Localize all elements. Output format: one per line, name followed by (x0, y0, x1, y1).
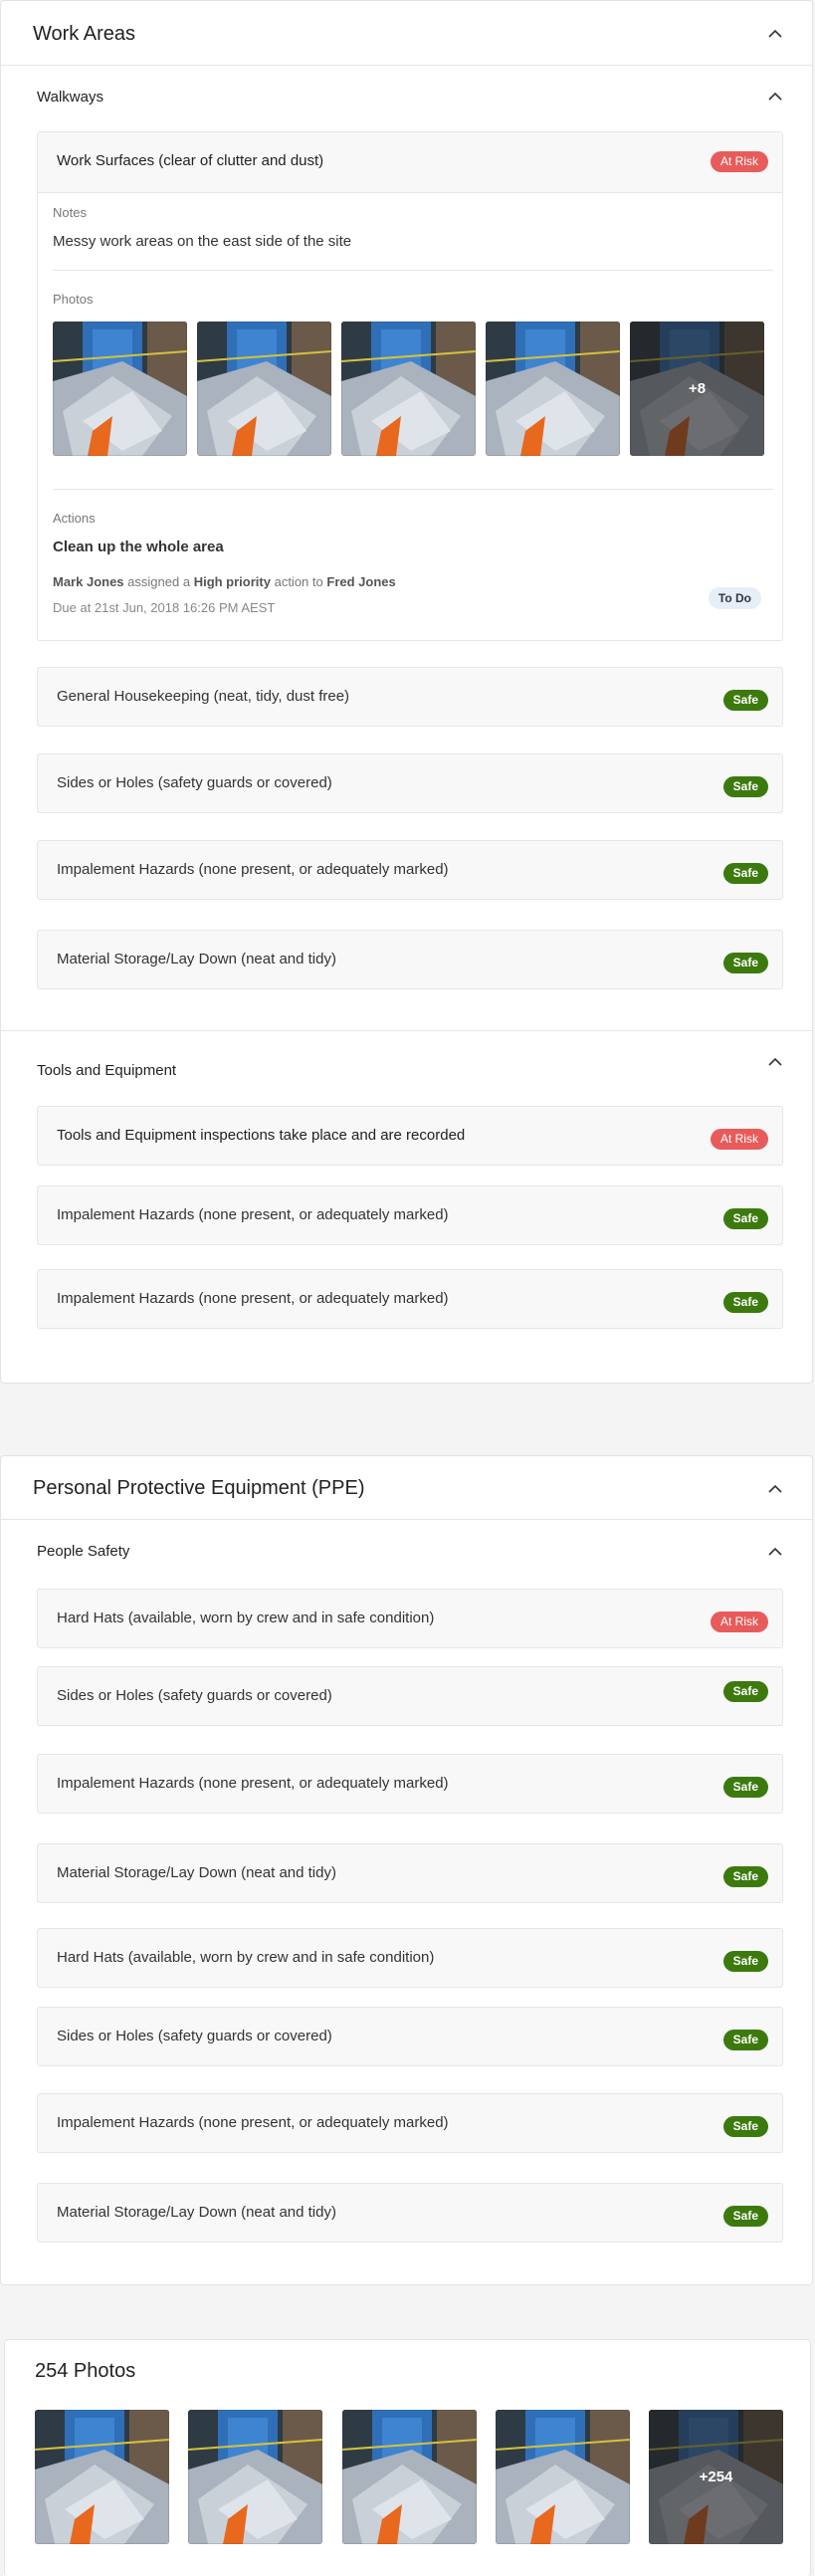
chevron-up-icon[interactable] (768, 92, 782, 104)
status-badge: At Risk (710, 151, 768, 172)
notes-label: Notes (53, 205, 87, 220)
checklist-item[interactable]: Impalement Hazards (none present, or ade… (37, 1185, 783, 1245)
photo-thumbnail[interactable] (341, 322, 476, 456)
divider (1, 1519, 812, 1520)
actions-label: Actions (53, 511, 96, 526)
action-title[interactable]: Clean up the whole area (53, 538, 224, 555)
assignment-text: action to (274, 574, 323, 589)
checklist-item[interactable]: Impalement Hazards (none present, or ade… (37, 1754, 783, 1814)
checklist-item-label: Work Surfaces (clear of clutter and dust… (57, 152, 324, 169)
checklist-item-label: Material Storage/Lay Down (neat and tidy… (57, 951, 336, 967)
status-badge: Safe (722, 2030, 768, 2050)
photo-thumbnail[interactable] (486, 322, 620, 456)
status-badge: At Risk (710, 1611, 768, 1632)
status-badge: Safe (722, 953, 768, 973)
checklist-item[interactable]: Material Storage/Lay Down (neat and tidy… (37, 2183, 783, 2243)
more-photos-count: +8 (630, 322, 764, 456)
checklist-item[interactable]: General Housekeeping (neat, tidy, dust f… (37, 667, 783, 727)
checklist-item[interactable]: Sides or Holes (safety guards or covered… (37, 753, 783, 813)
divider (1, 1030, 812, 1031)
checklist-item-label: Impalement Hazards (none present, or ade… (57, 1290, 449, 1307)
photo-thumbnail[interactable] (188, 2410, 322, 2544)
divider (1, 65, 812, 66)
photo-thumbnail[interactable] (342, 2410, 477, 2544)
assigner-name: Mark Jones (53, 574, 124, 589)
status-badge: Safe (722, 1951, 768, 1972)
checklist-item-label: Hard Hats (available, worn by crew and i… (57, 1610, 435, 1626)
checklist-item[interactable]: Hard Hats (available, worn by crew and i… (37, 1928, 783, 1988)
status-badge: Safe (722, 1681, 768, 1702)
action-status-badge: To Do (708, 587, 761, 609)
checklist-item-expanded: Work Surfaces (clear of clutter and dust… (37, 131, 783, 641)
divider (53, 270, 773, 271)
checklist-item[interactable]: Material Storage/Lay Down (neat and tidy… (37, 930, 783, 989)
photos-label: Photos (53, 292, 94, 307)
notes-text: Messy work areas on the east side of the… (53, 233, 352, 250)
priority-text: High priority (193, 574, 271, 589)
photo-thumbnail[interactable] (496, 2410, 630, 2544)
chevron-up-icon[interactable] (768, 29, 782, 41)
checklist-item[interactable]: Sides or Holes (safety guards or covered… (37, 2007, 783, 2066)
chevron-up-icon[interactable] (768, 1057, 782, 1069)
checklist-item-label: Sides or Holes (safety guards or covered… (57, 1687, 332, 1704)
section-title: Personal Protective Equipment (PPE) (33, 1477, 365, 1499)
assignee-name: Fred Jones (326, 574, 396, 589)
status-badge: At Risk (710, 1129, 768, 1150)
photos-count-title: 254 Photos (35, 2360, 136, 2382)
photo-thumbnail[interactable] (35, 2410, 169, 2544)
status-badge: Safe (722, 863, 768, 884)
checklist-item-label: Tools and Equipment inspections take pla… (57, 1127, 466, 1144)
subsection-title-people-safety: People Safety (37, 1543, 130, 1560)
status-badge: Safe (722, 1208, 768, 1229)
more-photos-count: +254 (649, 2410, 783, 2544)
checklist-item-label: Sides or Holes (safety guards or covered… (57, 774, 332, 791)
status-badge: Safe (722, 776, 768, 797)
status-badge: Safe (722, 690, 768, 711)
checklist-item[interactable]: Sides or Holes (safety guards or covered… (37, 1666, 783, 1726)
checklist-item-label: Impalement Hazards (none present, or ade… (57, 1206, 449, 1223)
checklist-item-label: Impalement Hazards (none present, or ade… (57, 861, 449, 878)
checklist-item[interactable]: Impalement Hazards (none present, or ade… (37, 1269, 783, 1329)
chevron-up-icon[interactable] (768, 1484, 782, 1496)
checklist-item-label: Material Storage/Lay Down (neat and tidy… (57, 2204, 336, 2221)
ppe-card: Personal Protective Equipment (PPE) Peop… (0, 1455, 813, 2285)
divider (53, 489, 773, 490)
checklist-item-label: Material Storage/Lay Down (neat and tidy… (57, 1864, 336, 1881)
due-date: Due at 21st Jun, 2018 16:26 PM AEST (53, 600, 276, 615)
checklist-item-label: Sides or Holes (safety guards or covered… (57, 2028, 332, 2044)
checklist-item-label: General Housekeeping (neat, tidy, dust f… (57, 688, 350, 705)
checklist-item-label: Impalement Hazards (none present, or ade… (57, 2114, 449, 2131)
work-areas-card: Work Areas Walkways Work Surfaces (clear… (0, 0, 813, 1384)
status-badge: Safe (722, 1292, 768, 1313)
checklist-item[interactable]: Material Storage/Lay Down (neat and tidy… (37, 1843, 783, 1903)
checklist-item[interactable]: Impalement Hazards (none present, or ade… (37, 840, 783, 900)
assignment-text: assigned a (127, 574, 191, 589)
photos-card: 254 Photos +254 (4, 2339, 811, 2576)
checklist-item-label: Hard Hats (available, worn by crew and i… (57, 1949, 435, 1966)
status-badge: Safe (722, 1777, 768, 1798)
chevron-up-icon[interactable] (768, 1547, 782, 1559)
photo-thumbnail[interactable] (197, 322, 331, 456)
checklist-item[interactable]: Hard Hats (available, worn by crew and i… (37, 1589, 783, 1648)
checklist-item-header[interactable]: Work Surfaces (clear of clutter and dust… (38, 132, 782, 193)
photo-thumbnail[interactable] (53, 322, 187, 456)
subsection-title-tools: Tools and Equipment (37, 1062, 177, 1079)
status-badge: Safe (722, 1866, 768, 1887)
photo-more-thumbnail[interactable]: +8 (630, 322, 764, 456)
status-badge: Safe (722, 2116, 768, 2137)
section-title: Work Areas (33, 23, 135, 45)
checklist-item[interactable]: Impalement Hazards (none present, or ade… (37, 2093, 783, 2153)
photo-more-thumbnail[interactable]: +254 (649, 2410, 783, 2544)
checklist-item[interactable]: Tools and Equipment inspections take pla… (37, 1106, 783, 1166)
subsection-title-walkways: Walkways (37, 89, 103, 106)
action-assignment: Mark Jones assigned a High priority acti… (53, 574, 396, 589)
checklist-item-label: Impalement Hazards (none present, or ade… (57, 1775, 449, 1792)
status-badge: Safe (722, 2206, 768, 2227)
